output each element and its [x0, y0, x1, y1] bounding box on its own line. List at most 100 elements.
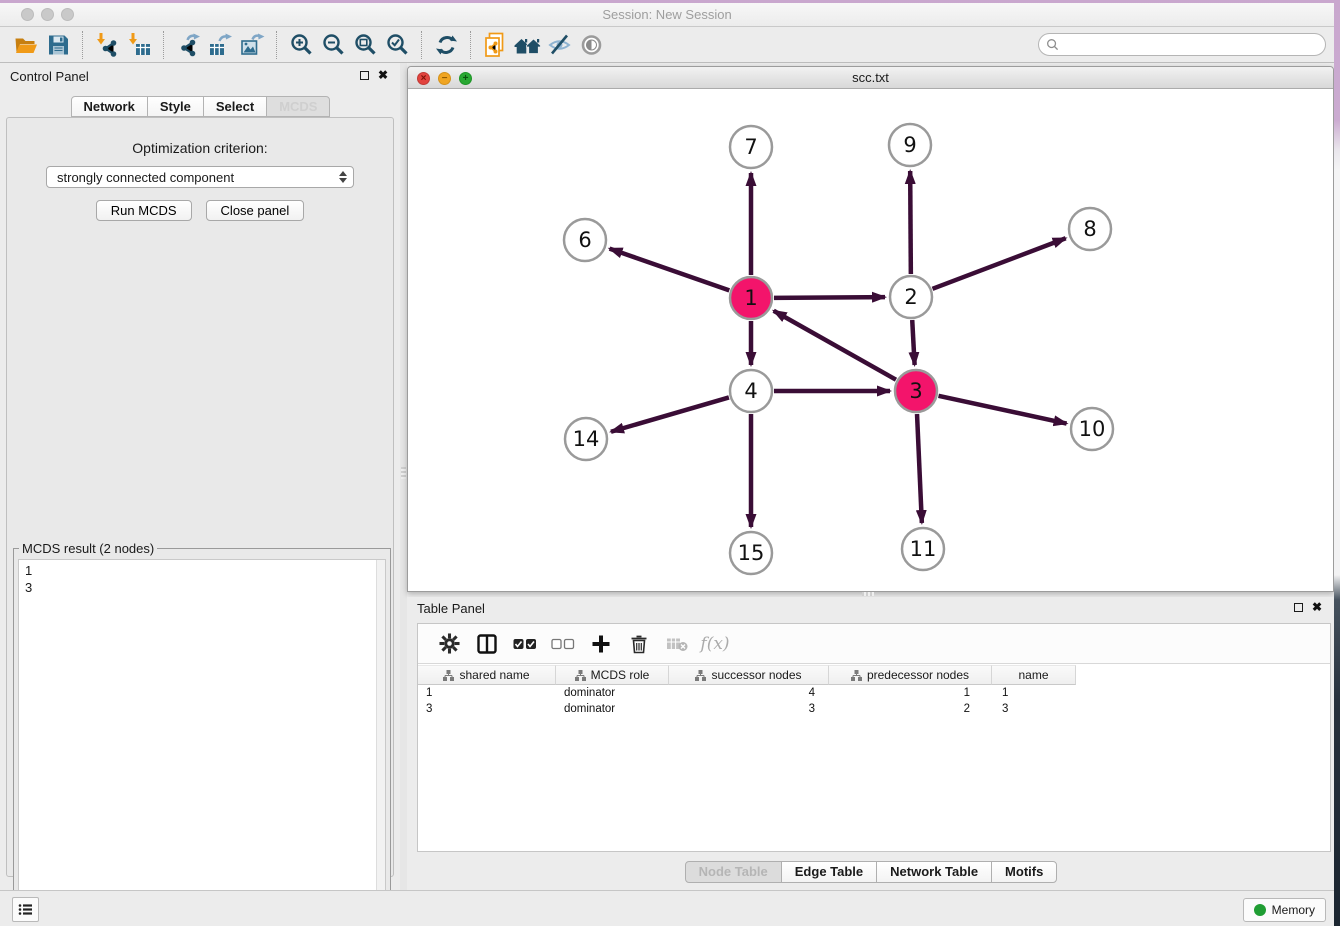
memory-status-icon [1254, 904, 1266, 916]
edge-2-8[interactable] [933, 238, 1066, 289]
close-network-icon[interactable]: × [417, 72, 430, 85]
node-3[interactable]: 3 [895, 370, 937, 412]
edge-1-6[interactable] [610, 249, 730, 291]
node-label: 3 [909, 379, 922, 403]
search-field[interactable] [1038, 33, 1326, 56]
node-9[interactable]: 9 [889, 124, 931, 166]
network-window-titlebar[interactable]: × − + scc.txt [408, 67, 1333, 89]
delete-row-icon[interactable] [620, 634, 658, 654]
node-15[interactable]: 15 [730, 532, 772, 574]
horizontal-splitter-grip[interactable] [862, 592, 874, 596]
refresh-layout-icon[interactable] [430, 30, 462, 60]
node-7[interactable]: 7 [730, 126, 772, 168]
mcds-result-textarea[interactable]: 1 3 [18, 559, 386, 921]
export-table-icon[interactable] [204, 30, 236, 60]
deselect-all-checkboxes-icon[interactable] [544, 638, 582, 650]
close-panel-icon[interactable]: ✖ [378, 69, 388, 81]
float-panel-icon[interactable] [1294, 603, 1303, 612]
memory-label: Memory [1272, 903, 1315, 917]
show-graphics-details-icon[interactable] [575, 30, 607, 60]
run-mcds-button[interactable]: Run MCDS [96, 200, 192, 221]
attribute-tree-icon [575, 670, 586, 681]
close-panel-button[interactable]: Close panel [206, 200, 305, 221]
window-titlebar: Session: New Session [0, 3, 1334, 27]
table-cell: 4 [669, 685, 829, 701]
optimization-criterion-dropdown[interactable]: strongly connected component [46, 166, 354, 188]
tab-select[interactable]: Select [203, 96, 267, 117]
node-4[interactable]: 4 [730, 370, 772, 412]
tab-node-table[interactable]: Node Table [685, 861, 782, 883]
node-1[interactable]: 1 [730, 277, 772, 319]
tab-mcds[interactable]: MCDS [266, 96, 330, 117]
home-icon[interactable] [511, 30, 543, 60]
scrollbar[interactable] [376, 560, 385, 920]
column-header-predecessor-nodes[interactable]: predecessor nodes [829, 665, 992, 685]
select-all-checkboxes-icon[interactable] [506, 638, 544, 650]
panel-columns-icon[interactable] [468, 634, 506, 654]
export-network-icon[interactable] [172, 30, 204, 60]
tab-edge-table[interactable]: Edge Table [781, 861, 877, 883]
table-row[interactable]: 3dominator323 [418, 701, 1330, 717]
node-label: 9 [903, 133, 916, 157]
column-header-shared-name[interactable]: shared name [418, 665, 556, 685]
node-2[interactable]: 2 [890, 276, 932, 318]
node-8[interactable]: 8 [1069, 208, 1111, 250]
node-11[interactable]: 11 [902, 528, 944, 570]
hide-graphics-details-icon[interactable] [543, 30, 575, 60]
node-10[interactable]: 10 [1071, 408, 1113, 450]
clone-network-icon[interactable] [479, 30, 511, 60]
node-6[interactable]: 6 [564, 219, 606, 261]
node-table[interactable]: shared nameMCDS rolesuccessor nodesprede… [418, 665, 1330, 851]
table-header-row: shared nameMCDS rolesuccessor nodesprede… [418, 665, 1330, 685]
zoom-in-icon[interactable] [285, 30, 317, 60]
edge-3-10[interactable] [938, 396, 1066, 424]
search-input[interactable] [1064, 36, 1325, 54]
tab-motifs[interactable]: Motifs [991, 861, 1057, 883]
maximize-network-icon[interactable]: + [459, 72, 472, 85]
zoom-out-icon[interactable] [317, 30, 349, 60]
zoom-selected-icon[interactable] [381, 30, 413, 60]
export-image-icon[interactable] [236, 30, 268, 60]
settings-gear-icon[interactable] [430, 633, 468, 654]
edge-4-14[interactable] [611, 397, 729, 431]
table-row[interactable]: 1dominator411 [418, 685, 1330, 701]
attribute-tree-icon [443, 670, 454, 681]
import-table-icon[interactable] [123, 30, 155, 60]
task-history-button[interactable] [12, 897, 39, 922]
node-14[interactable]: 14 [565, 418, 607, 460]
edge-1-2[interactable] [774, 297, 885, 298]
tab-network[interactable]: Network [71, 96, 148, 117]
open-file-icon[interactable] [10, 30, 42, 60]
network-window-title: scc.txt [408, 67, 1333, 89]
edge-3-1[interactable] [774, 311, 896, 380]
save-session-icon[interactable] [42, 30, 74, 60]
import-network-icon[interactable] [91, 30, 123, 60]
optimization-criterion-label: Optimization criterion: [7, 140, 393, 156]
table-cell: 2 [829, 701, 992, 717]
tab-network-table[interactable]: Network Table [876, 861, 992, 883]
node-label: 15 [738, 541, 765, 565]
node-label: 6 [578, 228, 591, 252]
memory-button[interactable]: Memory [1243, 898, 1326, 922]
vertical-splitter[interactable] [400, 63, 407, 890]
tab-style[interactable]: Style [147, 96, 204, 117]
edge-2-9[interactable] [910, 171, 911, 274]
column-header-name[interactable]: name [992, 665, 1076, 685]
mcds-result-group: MCDS result (2 nodes) 1 3 [13, 548, 391, 926]
float-panel-icon[interactable] [360, 71, 369, 80]
delete-table-icon[interactable] [658, 636, 696, 652]
window-title: Session: New Session [0, 3, 1334, 27]
column-header-successor-nodes[interactable]: successor nodes [669, 665, 829, 685]
toolbar-separator [470, 31, 471, 59]
edge-2-3[interactable] [912, 320, 914, 365]
function-builder-icon[interactable]: f(x) [696, 634, 734, 654]
attribute-tree-icon [695, 670, 706, 681]
minimize-network-icon[interactable]: − [438, 72, 451, 85]
network-canvas[interactable]: 7 9 6 8 1 2 4 3 14 10 15 11 [408, 89, 1333, 591]
zoom-fit-icon[interactable] [349, 30, 381, 60]
edge-3-11[interactable] [917, 414, 922, 523]
column-header-MCDS-role[interactable]: MCDS role [556, 665, 669, 685]
add-row-icon[interactable] [582, 634, 620, 654]
dropdown-stepper-icon [339, 171, 347, 183]
close-panel-icon[interactable]: ✖ [1312, 601, 1322, 613]
